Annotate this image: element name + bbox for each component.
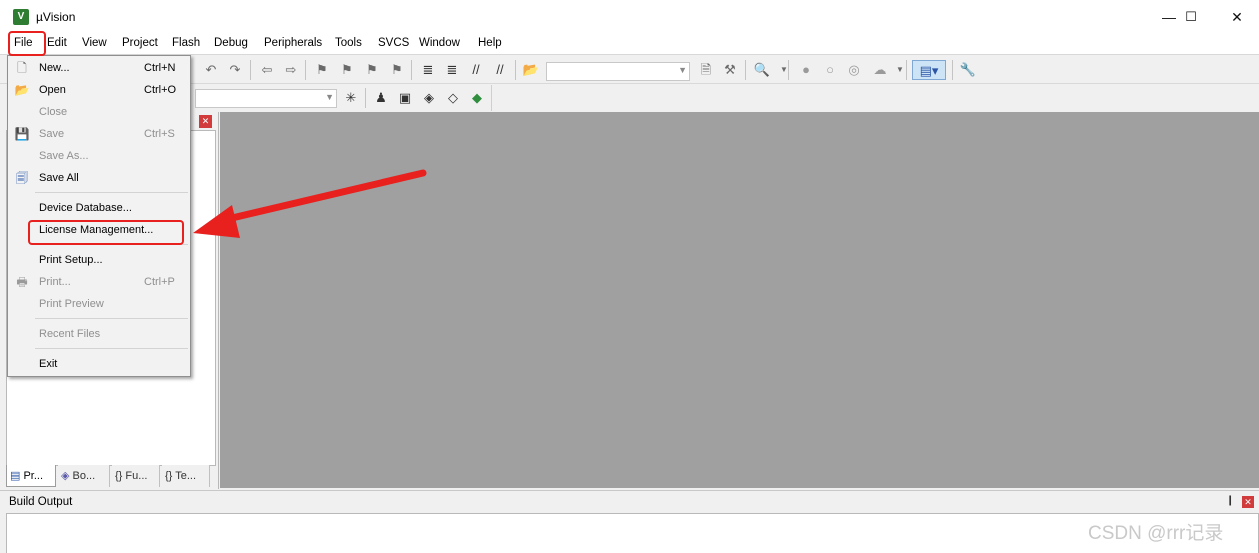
annotation-arrow-icon [193, 169, 427, 238]
